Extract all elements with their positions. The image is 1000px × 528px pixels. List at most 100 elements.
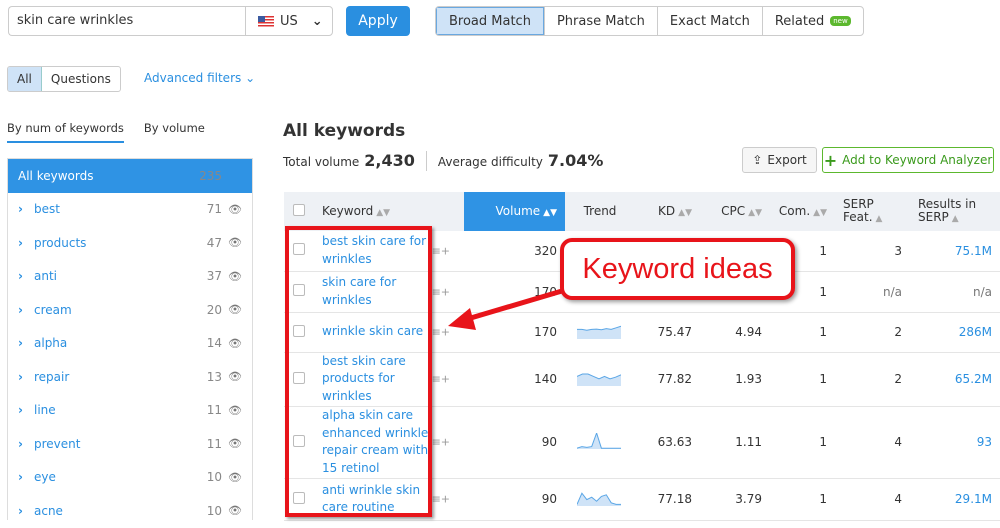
eye-icon[interactable]: 👁 xyxy=(222,504,242,517)
group-tabs: By num of keywords By volume xyxy=(7,121,205,143)
divider xyxy=(425,151,427,171)
match-type-tabs: Broad Match Phrase Match Exact Match Rel… xyxy=(435,6,864,36)
col-cpc[interactable]: CPC ▲▼ xyxy=(700,192,770,231)
sidebar-item-eye[interactable]: › eye 10 👁 xyxy=(8,461,252,495)
filter-all[interactable]: All xyxy=(8,67,42,91)
group-label: prevent xyxy=(34,436,81,451)
eye-icon[interactable]: 👁 xyxy=(222,471,242,484)
cpc-cell: 1.93 xyxy=(700,352,770,407)
eye-icon[interactable]: 👁 xyxy=(222,437,242,450)
select-all-checkbox[interactable] xyxy=(293,203,305,216)
annotation-highlight-box xyxy=(285,226,432,517)
totals-summary: Total volume 2,430 Average difficulty 7.04… xyxy=(283,151,603,171)
country-label: US xyxy=(280,13,298,29)
group-label: products xyxy=(34,235,87,250)
chevron-right-icon: › xyxy=(18,403,23,418)
col-results[interactable]: Results in SERP ▲ xyxy=(910,192,1000,231)
group-label: cream xyxy=(34,302,72,317)
total-volume-label: Total volume xyxy=(283,155,360,169)
tab-broad-match[interactable]: Broad Match xyxy=(436,7,544,35)
add-to-list-icon[interactable]: ≡+ xyxy=(432,493,450,506)
results-cell[interactable]: 29.1M xyxy=(910,478,1000,521)
col-trend: Trend xyxy=(565,192,635,231)
chevron-right-icon: › xyxy=(18,269,23,284)
page-title: All keywords xyxy=(283,121,406,141)
export-icon: ⇪ xyxy=(752,153,763,167)
sort-icon: ▲▼ xyxy=(376,207,391,218)
chevron-right-icon: › xyxy=(18,235,23,250)
group-label: anti xyxy=(34,269,57,284)
us-flag-icon xyxy=(258,15,274,27)
cpc-cell: 4.94 xyxy=(700,312,770,353)
sidebar-item-products[interactable]: › products 47 👁 xyxy=(8,226,252,260)
tab-by-volume[interactable]: By volume xyxy=(144,121,205,143)
add-label: Add to Keyword Analyzer xyxy=(842,153,993,167)
chevron-right-icon: › xyxy=(18,369,23,384)
kd-cell: 75.47 xyxy=(635,312,700,353)
advanced-filters-link[interactable]: Advanced filters ⌄ xyxy=(144,71,255,85)
add-to-list-icon[interactable]: ≡+ xyxy=(432,373,450,386)
add-to-keyword-analyzer-button[interactable]: + Add to Keyword Analyzer xyxy=(822,147,994,173)
col-serp-features[interactable]: SERP Feat. ▲ xyxy=(835,192,910,231)
country-select[interactable]: US ⌄ xyxy=(245,6,333,36)
eye-icon[interactable]: 👁 xyxy=(222,337,242,350)
tab-related[interactable]: Related new xyxy=(761,7,863,35)
sidebar-item-line[interactable]: › line 11 👁 xyxy=(8,394,252,428)
sort-icon: ▲▼ xyxy=(678,207,692,218)
sidebar-item-repair[interactable]: › repair 13 👁 xyxy=(8,360,252,394)
results-cell[interactable]: 65.2M xyxy=(910,352,1000,407)
add-to-list-icon[interactable]: ≡+ xyxy=(432,244,450,257)
results-cell[interactable]: 286M xyxy=(910,312,1000,353)
group-count: 20 xyxy=(206,302,222,317)
results-cell[interactable]: 93 xyxy=(910,406,1000,479)
apply-button[interactable]: Apply xyxy=(346,6,410,36)
serp-cell: 2 xyxy=(835,312,910,353)
group-count: 11 xyxy=(206,403,222,418)
kd-cell: 63.63 xyxy=(635,406,700,479)
volume-cell: 320 xyxy=(464,231,565,272)
avg-difficulty-value: 7.04% xyxy=(547,151,604,170)
sidebar-item-prevent[interactable]: › prevent 11 👁 xyxy=(8,427,252,461)
sort-icon: ▲ xyxy=(875,214,883,225)
group-count: 13 xyxy=(206,369,222,384)
export-button[interactable]: ⇪ Export xyxy=(742,147,817,173)
chevron-right-icon: › xyxy=(18,436,23,451)
trend-sparkline xyxy=(576,373,622,386)
trend-sparkline xyxy=(576,430,621,449)
serp-cell: 3 xyxy=(835,231,910,272)
eye-icon[interactable]: 👁 xyxy=(222,303,242,316)
search-input[interactable]: skin care wrinkles xyxy=(8,6,245,36)
sidebar-item-anti[interactable]: › anti 37 👁 xyxy=(8,260,252,294)
eye-icon[interactable]: 👁 xyxy=(222,370,242,383)
col-volume[interactable]: Volume ▲▼ xyxy=(464,192,565,231)
chevron-right-icon: › xyxy=(18,503,23,518)
group-count: 10 xyxy=(206,503,222,518)
sidebar-item-All-keywords[interactable]: All keywords 235 xyxy=(8,159,252,193)
eye-icon[interactable]: 👁 xyxy=(222,236,242,249)
new-badge: new xyxy=(830,16,851,26)
export-label: Export xyxy=(767,153,807,167)
sidebar-item-cream[interactable]: › cream 20 👁 xyxy=(8,293,252,327)
sidebar-item-best[interactable]: › best 71 👁 xyxy=(8,193,252,227)
group-label: alpha xyxy=(34,336,68,351)
filter-questions[interactable]: Questions xyxy=(42,67,120,91)
serp-cell: n/a xyxy=(835,271,910,313)
kd-cell: 77.18 xyxy=(635,478,700,521)
sort-icon: ▲▼ xyxy=(543,207,557,218)
tab-exact-match[interactable]: Exact Match xyxy=(656,7,762,35)
group-label: best xyxy=(34,202,60,217)
group-label: eye xyxy=(34,470,56,485)
tab-phrase-match[interactable]: Phrase Match xyxy=(543,7,657,35)
eye-icon[interactable]: 👁 xyxy=(222,270,242,283)
group-count: 11 xyxy=(206,436,222,451)
col-com[interactable]: Com. ▲▼ xyxy=(770,192,835,231)
sidebar-item-acne[interactable]: › acne 10 👁 xyxy=(8,494,252,528)
results-cell[interactable]: 75.1M xyxy=(910,231,1000,272)
avg-difficulty-label: Average difficulty xyxy=(437,155,543,169)
tab-by-num-keywords[interactable]: By num of keywords xyxy=(7,121,124,143)
eye-icon[interactable]: 👁 xyxy=(222,404,242,417)
sidebar-item-alpha[interactable]: › alpha 14 👁 xyxy=(8,327,252,361)
add-to-list-icon[interactable]: ≡+ xyxy=(432,436,450,449)
col-kd[interactable]: KD ▲▼ xyxy=(635,192,700,231)
eye-icon[interactable]: 👁 xyxy=(222,203,242,216)
